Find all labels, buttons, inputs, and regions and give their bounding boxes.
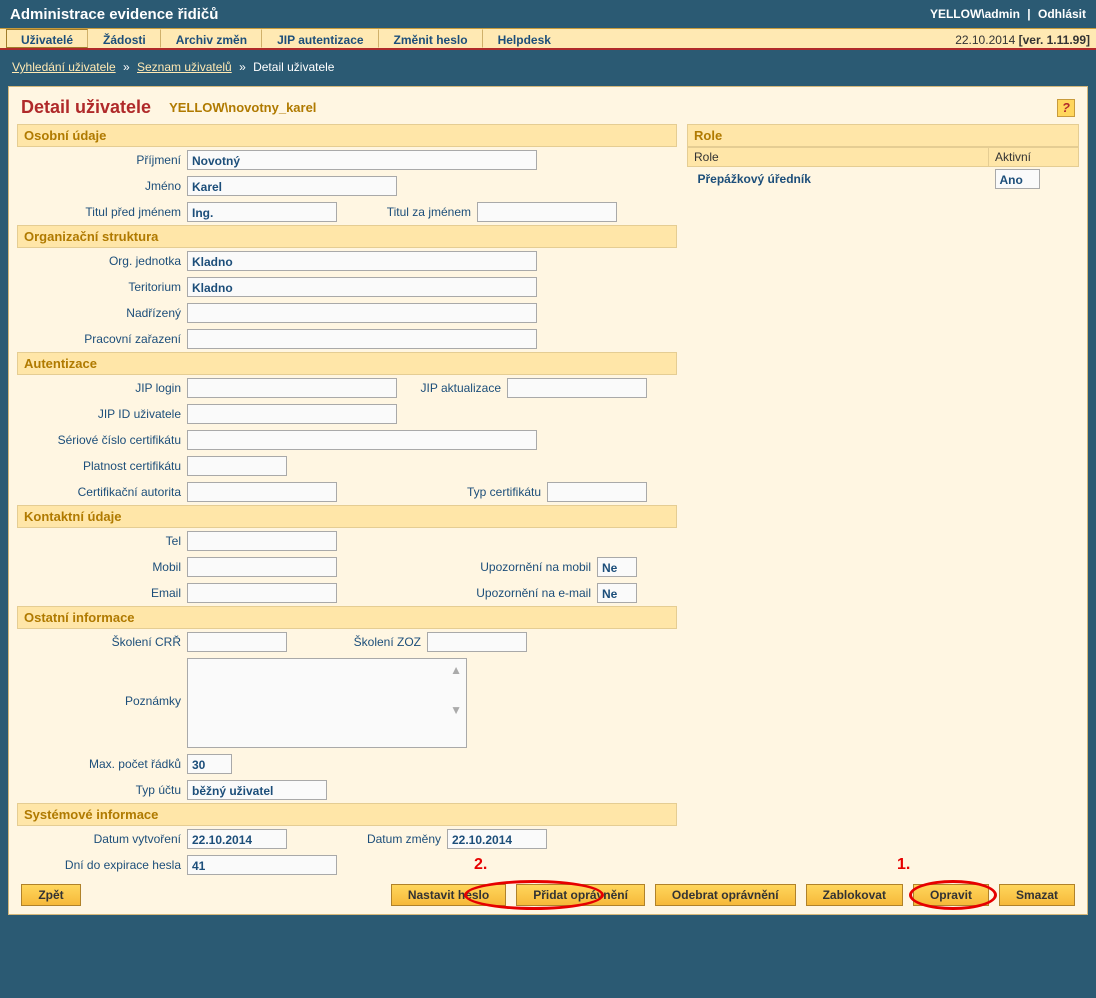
breadcrumb-search[interactable]: Vyhledání uživatele: [12, 60, 116, 74]
roles-col-role: Role: [688, 148, 989, 167]
section-org-head: Organizační struktura: [17, 225, 677, 248]
back-button[interactable]: Zpět: [21, 884, 81, 906]
tab-change-pwd[interactable]: Změnit heslo: [379, 29, 483, 48]
version-label: [ver. 1.11.99]: [1019, 33, 1090, 47]
separator: |: [1027, 7, 1030, 21]
field-notes[interactable]: ▲▼: [187, 658, 467, 748]
field-changed: 22.10.2014: [447, 829, 547, 849]
field-mobile-notify: Ne: [597, 557, 637, 577]
label-cert-auth: Certifikační autorita: [17, 485, 187, 499]
section-system-head: Systémové informace: [17, 803, 677, 826]
field-jip-id: [187, 404, 397, 424]
label-max-rows: Max. počet řádků: [17, 757, 187, 771]
edit-button[interactable]: Opravit: [913, 884, 989, 906]
breadcrumb: Vyhledání uživatele » Seznam uživatelů »…: [0, 50, 1096, 86]
section-other-head: Ostatní informace: [17, 606, 677, 629]
label-cert-serial: Sériové číslo certifikátu: [17, 433, 187, 447]
label-jip-id: JIP ID uživatele: [17, 407, 187, 421]
field-tel: [187, 531, 337, 551]
tab-requests[interactable]: Žádosti: [88, 29, 161, 48]
label-pwd-expire: Dní do expirace hesla: [17, 858, 187, 872]
field-created: 22.10.2014: [187, 829, 287, 849]
field-jip-login: [187, 378, 397, 398]
tab-helpdesk[interactable]: Helpdesk: [483, 29, 566, 48]
label-firstname: Jméno: [17, 179, 187, 193]
add-permission-button[interactable]: Přidat oprávnění: [516, 884, 645, 906]
label-mobile-notify: Upozornění na mobil: [337, 560, 597, 574]
block-button[interactable]: Zablokovat: [806, 884, 903, 906]
field-max-rows: 30: [187, 754, 232, 774]
field-jip-upd: [507, 378, 647, 398]
label-territory: Teritorium: [17, 280, 187, 294]
label-org-unit: Org. jednotka: [17, 254, 187, 268]
page-title: Detail uživatele: [21, 97, 151, 118]
label-jip-login: JIP login: [17, 381, 187, 395]
section-personal-head: Osobní údaje: [17, 124, 677, 147]
section-contact-head: Kontaktní údaje: [17, 505, 677, 528]
app-title: Administrace evidence řidičů: [10, 6, 218, 23]
scroll-hint-icon: ▲▼: [450, 665, 462, 715]
field-cert-type: [547, 482, 647, 502]
role-name: Přepážkový úředník: [694, 169, 854, 189]
label-tel: Tel: [17, 534, 187, 548]
breadcrumb-current: Detail uživatele: [253, 60, 334, 74]
roles-col-active: Aktivní: [989, 148, 1079, 167]
nav-bar: Uživatelé Žádosti Archiv změn JIP autent…: [0, 28, 1096, 50]
tab-users[interactable]: Uživatelé: [6, 29, 88, 48]
label-cert-valid: Platnost certifikátu: [17, 459, 187, 473]
page-subtitle: YELLOW\novotny_karel: [169, 100, 316, 115]
roles-table: Role Aktivní Přepážkový úředník Ano: [687, 147, 1079, 194]
field-title-after: [477, 202, 617, 222]
label-notes: Poznámky: [17, 658, 187, 708]
label-training-zoz: Školení ZOZ: [287, 635, 427, 649]
remove-permission-button[interactable]: Odebrat oprávnění: [655, 884, 796, 906]
label-surname: Příjmení: [17, 153, 187, 167]
field-title-before: Ing.: [187, 202, 337, 222]
section-roles-head: Role: [687, 124, 1079, 147]
label-assignment: Pracovní zařazení: [17, 332, 187, 346]
tab-changelog[interactable]: Archiv změn: [161, 29, 262, 48]
field-cert-serial: [187, 430, 537, 450]
field-superior: [187, 303, 537, 323]
set-password-button[interactable]: Nastavit heslo: [391, 884, 506, 906]
label-training-crr: Školení CRŘ: [17, 635, 187, 649]
label-title-before: Titul před jménem: [17, 205, 187, 219]
field-cert-auth: [187, 482, 337, 502]
label-changed: Datum změny: [287, 832, 447, 846]
field-training-crr: [187, 632, 287, 652]
label-created: Datum vytvoření: [17, 832, 187, 846]
field-acct-type: běžný uživatel: [187, 780, 327, 800]
field-org-unit: Kladno: [187, 251, 537, 271]
field-training-zoz: [427, 632, 527, 652]
help-icon[interactable]: ?: [1057, 99, 1075, 117]
delete-button[interactable]: Smazat: [999, 884, 1075, 906]
field-email: [187, 583, 337, 603]
field-territory: Kladno: [187, 277, 537, 297]
logout-link[interactable]: Odhlásit: [1038, 7, 1086, 21]
role-active: Ano: [995, 169, 1040, 189]
field-pwd-expire: 41: [187, 855, 337, 875]
breadcrumb-list[interactable]: Seznam uživatelů: [137, 60, 232, 74]
label-superior: Nadřízený: [17, 306, 187, 320]
field-cert-valid: [187, 456, 287, 476]
label-title-after: Titul za jménem: [337, 205, 477, 219]
header-date: 22.10.2014: [955, 33, 1015, 47]
field-mobile: [187, 557, 337, 577]
tab-jip-auth[interactable]: JIP autentizace: [262, 29, 378, 48]
current-user: YELLOW\admin: [930, 7, 1020, 21]
field-firstname: Karel: [187, 176, 397, 196]
table-row: Přepážkový úředník Ano: [688, 167, 1079, 195]
field-email-notify: Ne: [597, 583, 637, 603]
label-acct-type: Typ účtu: [17, 783, 187, 797]
section-auth-head: Autentizace: [17, 352, 677, 375]
field-surname: Novotný: [187, 150, 537, 170]
label-jip-upd: JIP aktualizace: [397, 381, 507, 395]
label-email-notify: Upozornění na e-mail: [337, 586, 597, 600]
field-assignment: [187, 329, 537, 349]
label-cert-type: Typ certifikátu: [337, 485, 547, 499]
label-mobile: Mobil: [17, 560, 187, 574]
label-email: Email: [17, 586, 187, 600]
